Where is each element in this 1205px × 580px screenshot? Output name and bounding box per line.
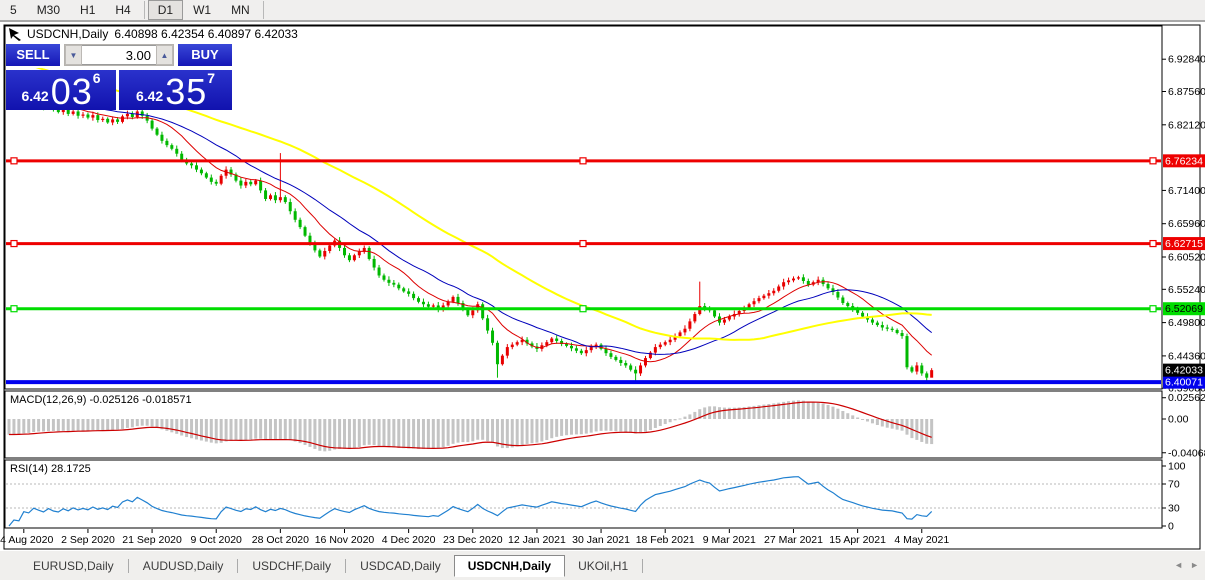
timeframe-mn-button[interactable]: MN (221, 0, 260, 20)
svg-text:6.42033: 6.42033 (1165, 365, 1203, 377)
one-click-top-row: SELL ▼ ▲ BUY (6, 44, 232, 68)
line-handle[interactable] (11, 241, 17, 247)
line-price-label: 6.76234 (1163, 154, 1205, 167)
rsi-axis-tick: 30 (1168, 503, 1180, 515)
line-price-label: 6.62715 (1163, 237, 1205, 250)
line-handle[interactable] (1150, 158, 1156, 164)
tab-scroll-left-icon[interactable]: ◄ (1174, 560, 1183, 570)
timeframe-h4-button[interactable]: H4 (105, 0, 140, 20)
axis-date-tick: 4 May 2021 (894, 534, 949, 546)
axis-price-tick: 6.92840 (1168, 54, 1205, 66)
timeframe-h1-button[interactable]: H1 (70, 0, 105, 20)
svg-text:6.62715: 6.62715 (1165, 238, 1203, 250)
current-price-label: 6.42033 (1163, 364, 1205, 377)
timeframe-toolbar: 5 M30 H1 H4 D1 W1 MN (0, 0, 1205, 22)
timeframe-m30-button[interactable]: M30 (27, 0, 70, 20)
rsi-axis-tick: 70 (1168, 479, 1180, 491)
axis-date-tick: 4 Dec 2020 (382, 534, 436, 546)
line-handle[interactable] (11, 306, 17, 312)
axis-date-tick: 28 Oct 2020 (252, 534, 309, 546)
macd-axis-tick: 0.025623 (1168, 392, 1205, 404)
axis-price-tick: 6.44360 (1168, 350, 1205, 362)
sell-price-main: 03 (51, 77, 93, 107)
line-price-label: 6.52069 (1163, 302, 1205, 315)
chart-symbol-period: USDCNH,Daily (27, 27, 108, 41)
axis-date-tick: 2 Sep 2020 (61, 534, 115, 546)
svg-text:6.76234: 6.76234 (1165, 155, 1203, 167)
line-handle[interactable] (580, 158, 586, 164)
toolbar-separator (263, 1, 264, 19)
line-price-label: 6.40071 (1163, 376, 1205, 389)
tab-usdchf[interactable]: USDCHF,Daily (239, 556, 344, 576)
axis-date-tick: 9 Mar 2021 (703, 534, 756, 546)
axis-date-tick: 18 Feb 2021 (636, 534, 695, 546)
sell-price-pip: 6 (93, 72, 101, 84)
macd-axis-tick: 0.00 (1168, 414, 1189, 426)
cursor-arrow-icon (8, 27, 23, 41)
axis-date-tick: 12 Jan 2021 (508, 534, 566, 546)
timeframe-w1-button[interactable]: W1 (183, 0, 221, 20)
toolbar-separator (144, 1, 145, 19)
sell-price-prefix: 6.42 (21, 85, 48, 107)
axis-date-tick: 23 Dec 2020 (443, 534, 503, 546)
rsi-axis-tick: 100 (1168, 461, 1186, 473)
line-handle[interactable] (580, 241, 586, 247)
axis-date-tick: 15 Apr 2021 (829, 534, 886, 546)
buy-price-pip: 7 (207, 72, 215, 84)
tab-usdcad[interactable]: USDCAD,Daily (347, 556, 454, 576)
line-handle[interactable] (580, 306, 586, 312)
buy-price-display[interactable]: 6.42 35 7 (119, 70, 232, 110)
axis-date-tick: 30 Jan 2021 (572, 534, 630, 546)
axis-price-tick: 6.82120 (1168, 119, 1205, 131)
volume-stepper: ▼ ▲ (64, 44, 174, 66)
axis-date-tick: 21 Sep 2020 (122, 534, 182, 546)
timeframe-d1-button[interactable]: D1 (148, 0, 183, 20)
timeframe-m5-button[interactable]: 5 (0, 0, 27, 20)
buy-price-prefix: 6.42 (136, 85, 163, 107)
tab-ukoil[interactable]: UKOil,H1 (565, 556, 641, 576)
axis-date-tick: 27 Mar 2021 (764, 534, 823, 546)
rsi-label: RSI(14) 28.1725 (10, 463, 91, 475)
buy-button[interactable]: BUY (178, 44, 232, 68)
chart-ohlc-values: 6.40898 6.42354 6.40897 6.42033 (114, 27, 298, 41)
axis-price-tick: 6.49800 (1168, 317, 1205, 329)
axis-date-tick: 14 Aug 2020 (0, 534, 53, 546)
svg-text:6.40071: 6.40071 (1165, 377, 1203, 389)
axis-price-tick: 6.60520 (1168, 251, 1205, 263)
axis-price-tick: 6.55240 (1168, 284, 1205, 296)
rsi-axis-tick: 0 (1168, 521, 1174, 533)
line-handle[interactable] (1150, 306, 1156, 312)
tab-separator (237, 559, 238, 573)
tab-eurusd[interactable]: EURUSD,Daily (20, 556, 127, 576)
tab-separator (642, 559, 643, 573)
sell-price-display[interactable]: 6.42 03 6 (6, 70, 116, 110)
volume-decrease-button[interactable]: ▼ (65, 45, 82, 65)
line-handle[interactable] (11, 158, 17, 164)
volume-increase-button[interactable]: ▲ (156, 45, 173, 65)
chart-tab-bar: EURUSD,Daily AUDUSD,Daily USDCHF,Daily U… (0, 551, 1205, 580)
trading-terminal: 5 M30 H1 H4 D1 W1 MN MACD(12,26,9) -0.02… (0, 0, 1205, 580)
one-click-trading-panel: SELL ▼ ▲ BUY 6.42 03 6 6.42 35 7 (6, 44, 232, 110)
tab-separator (128, 559, 129, 573)
axis-date-tick: 9 Oct 2020 (191, 534, 243, 546)
axis-price-tick: 6.71400 (1168, 185, 1205, 197)
buy-price-main: 35 (165, 77, 207, 107)
macd-label: MACD(12,26,9) -0.025126 -0.018571 (10, 394, 192, 406)
tab-separator (345, 559, 346, 573)
sell-button[interactable]: SELL (6, 44, 60, 68)
line-handle[interactable] (1150, 241, 1156, 247)
axis-price-tick: 6.87560 (1168, 86, 1205, 98)
tab-scroll-right-icon[interactable]: ► (1190, 560, 1199, 570)
axis-date-tick: 16 Nov 2020 (315, 534, 375, 546)
tab-audusd[interactable]: AUDUSD,Daily (130, 556, 237, 576)
axis-price-tick: 6.65960 (1168, 218, 1205, 230)
chart-title: USDCNH,Daily 6.40898 6.42354 6.40897 6.4… (8, 27, 298, 41)
macd-axis-tick: -0.04068 (1168, 447, 1205, 459)
tab-usdcnh-active[interactable]: USDCNH,Daily (454, 555, 565, 577)
volume-input[interactable] (82, 45, 156, 65)
svg-text:6.52069: 6.52069 (1165, 303, 1203, 315)
